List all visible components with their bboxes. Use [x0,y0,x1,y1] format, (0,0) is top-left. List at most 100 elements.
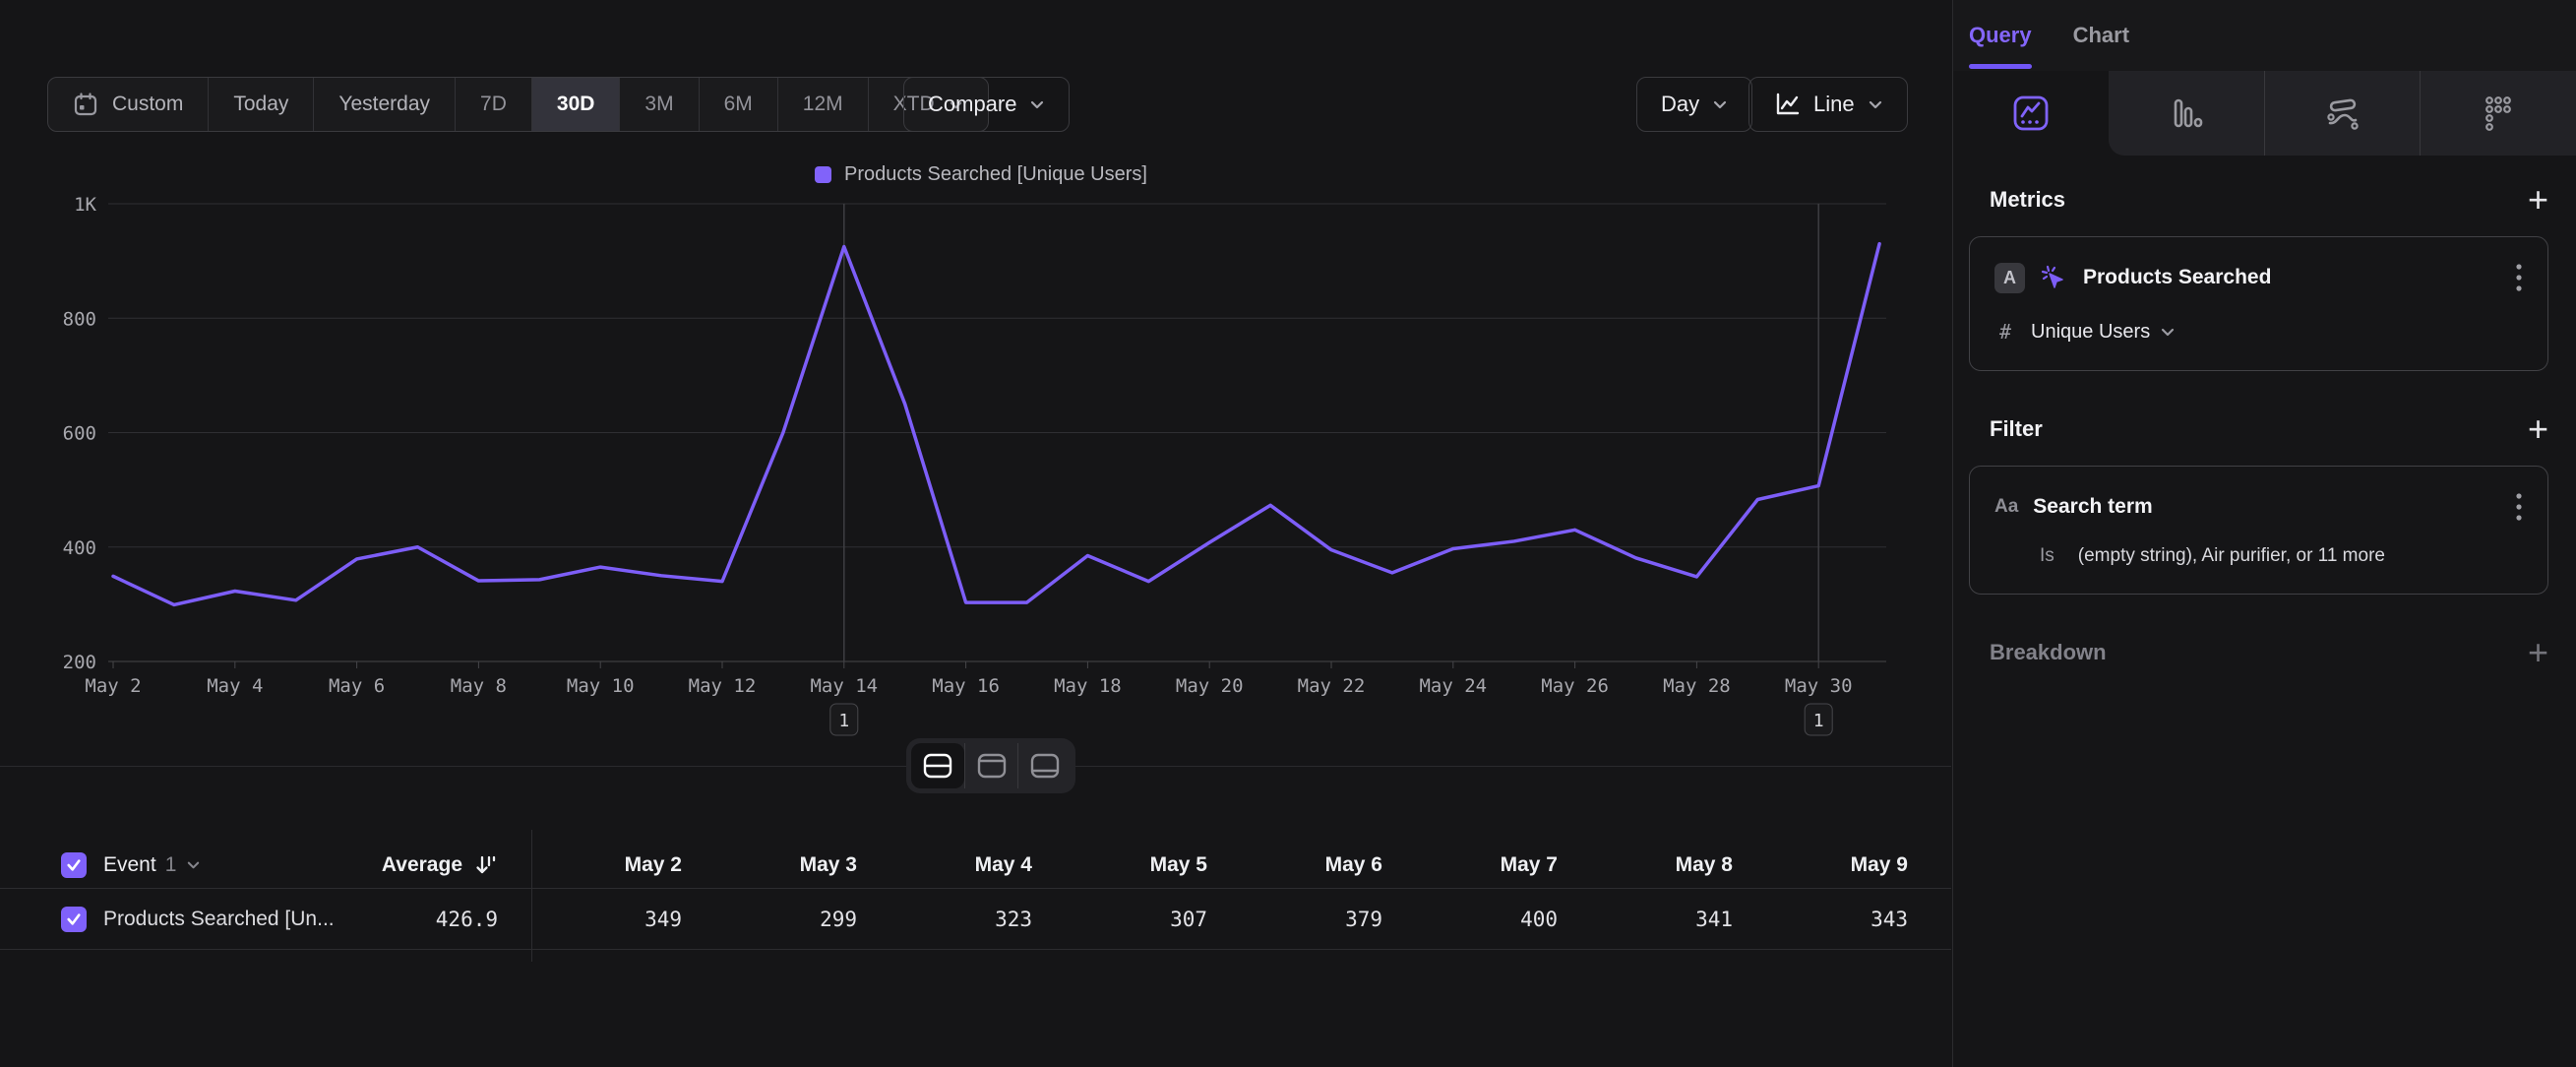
date-column-header[interactable]: May 6 [1232,853,1407,877]
date-range-yesterday[interactable]: Yesterday [314,78,456,131]
value-cell: 307 [1057,908,1232,931]
add-filter-button[interactable]: + [2528,414,2548,444]
x-axis-label: May 8 [451,675,507,697]
table-only-view-button[interactable] [1017,743,1071,788]
chevron-down-icon [1868,96,1883,112]
filter-property-name: Search term [2033,495,2152,519]
layout-toggle [906,738,1075,793]
event-header-label: Event [103,853,156,877]
average-header-label: Average [382,853,462,877]
breakdown-heading-row: Breakdown + [1969,638,2548,667]
chart-type-tab-group [2109,71,2576,156]
metrics-heading-row: Metrics + [1969,185,2548,215]
metric-menu-button[interactable] [2515,262,2523,293]
data-table: Event 1 Average May 2May 3May 4May 5May … [0,842,1951,950]
y-axis-label: 1K [74,194,96,216]
y-axis-label: 200 [63,652,96,673]
flows-icon [2324,96,2361,130]
chart-type-flows-tab[interactable] [2264,71,2421,156]
line-chart-icon [1773,91,1801,118]
series-line[interactable] [113,244,1879,605]
chart-only-view-button[interactable] [964,743,1017,788]
chevron-down-icon[interactable] [186,857,201,872]
chart-type-insights-tab[interactable] [1953,71,2109,156]
date-range-6m[interactable]: 6M [700,78,778,131]
chevron-down-icon [1029,96,1045,112]
date-range-30d[interactable]: 30D [532,78,621,131]
y-axis-label: 800 [63,308,96,330]
metric-card[interactable]: A Products Searched # Unique Users [1969,236,2548,371]
chart-type-retention-tab[interactable] [2420,71,2576,156]
chart-style-dropdown[interactable]: Line [1748,77,1908,132]
metrics-heading: Metrics [1990,187,2065,213]
date-column-header[interactable]: May 7 [1407,853,1582,877]
date-column-header[interactable]: May 3 [706,853,882,877]
add-metric-button[interactable]: + [2528,185,2548,215]
filter-card[interactable]: Aa Search term Is (empty string), Air pu… [1969,466,2548,595]
date-range-custom[interactable]: Custom [48,78,209,131]
aggregation-label: Unique Users [2031,321,2150,344]
x-axis-label: May 12 [689,675,757,697]
chevron-down-icon [2160,324,2176,340]
check-icon [66,912,82,926]
granularity-label: Day [1661,92,1699,117]
date-range-selector[interactable]: CustomTodayYesterday7D30D3M6M12MXTD [47,77,989,132]
table-row[interactable]: Products Searched [Un... 426.9 349299323… [0,889,1951,950]
row-value-cells: 349299323307379400341343 [531,908,1932,931]
chart-style-label: Line [1813,92,1855,117]
x-axis-label: May 26 [1541,675,1609,697]
event-cursor-icon [2039,263,2068,292]
chart-type-bar-tab[interactable] [2109,71,2264,156]
date-column-header[interactable]: May 4 [882,853,1057,877]
date-column-header[interactable]: May 5 [1057,853,1232,877]
filter-condition[interactable]: Is (empty string), Air purifier, or 11 m… [1994,545,2523,567]
x-axis-label: May 30 [1785,675,1853,697]
add-breakdown-button[interactable]: + [2528,638,2548,667]
calendar-icon [73,92,98,117]
x-axis-label: May 20 [1176,675,1244,697]
filter-menu-button[interactable] [2515,491,2523,523]
y-axis-label: 400 [63,537,96,559]
x-axis-label: May 6 [329,675,385,697]
annotation-count: 1 [1813,711,1824,731]
filter-heading-row: Filter + [1969,414,2548,444]
granularity-dropdown[interactable]: Day [1636,77,1752,132]
x-axis-label: May 2 [85,675,141,697]
date-range-3m[interactable]: 3M [620,78,699,131]
retention-grid-icon [2482,94,2515,132]
tab-chart[interactable]: Chart [2073,23,2129,48]
date-header-cells: May 2May 3May 4May 5May 6May 7May 8May 9 [531,853,1932,877]
line-chart[interactable]: 1K800600400200May 2May 4May 6May 8May 10… [0,138,1951,768]
date-column-header[interactable]: May 2 [531,853,706,877]
date-range-today[interactable]: Today [209,78,314,131]
value-cell: 323 [882,908,1057,931]
event-count: 1 [165,853,177,877]
filter-value: (empty string), Air purifier, or 11 more [2078,545,2385,567]
breakdown-heading: Breakdown [1990,640,2107,665]
series-cell: Products Searched [Un... 426.9 [0,889,531,949]
kebab-menu-icon [2515,262,2523,293]
aggregation-selector[interactable]: # Unique Users [1994,320,2523,344]
check-icon [66,858,82,872]
x-axis-label: May 28 [1663,675,1731,697]
filter-heading: Filter [1990,416,2043,442]
sort-descending-icon[interactable] [472,852,498,878]
x-axis-label: May 24 [1419,675,1487,697]
value-cell: 349 [531,908,706,931]
chart-type-tabs [1953,71,2576,156]
split-view-button[interactable] [911,743,964,788]
x-axis-label: May 4 [207,675,263,697]
y-axis-label: 600 [63,423,96,445]
select-all-checkbox[interactable] [61,852,87,878]
query-builder-panel: Query Chart Metrics [1952,0,2576,1067]
date-range-12m[interactable]: 12M [778,78,869,131]
date-range-7d[interactable]: 7D [456,78,532,131]
series-checkbox[interactable] [61,907,87,932]
date-column-header[interactable]: May 9 [1757,853,1932,877]
compare-button[interactable]: Compare [903,77,1070,132]
value-cell: 400 [1407,908,1582,931]
tab-query[interactable]: Query [1969,23,2032,48]
main-panel: CustomTodayYesterday7D30D3M6M12MXTD Comp… [0,0,1951,1067]
split-view-icon [923,753,952,779]
date-column-header[interactable]: May 8 [1582,853,1757,877]
